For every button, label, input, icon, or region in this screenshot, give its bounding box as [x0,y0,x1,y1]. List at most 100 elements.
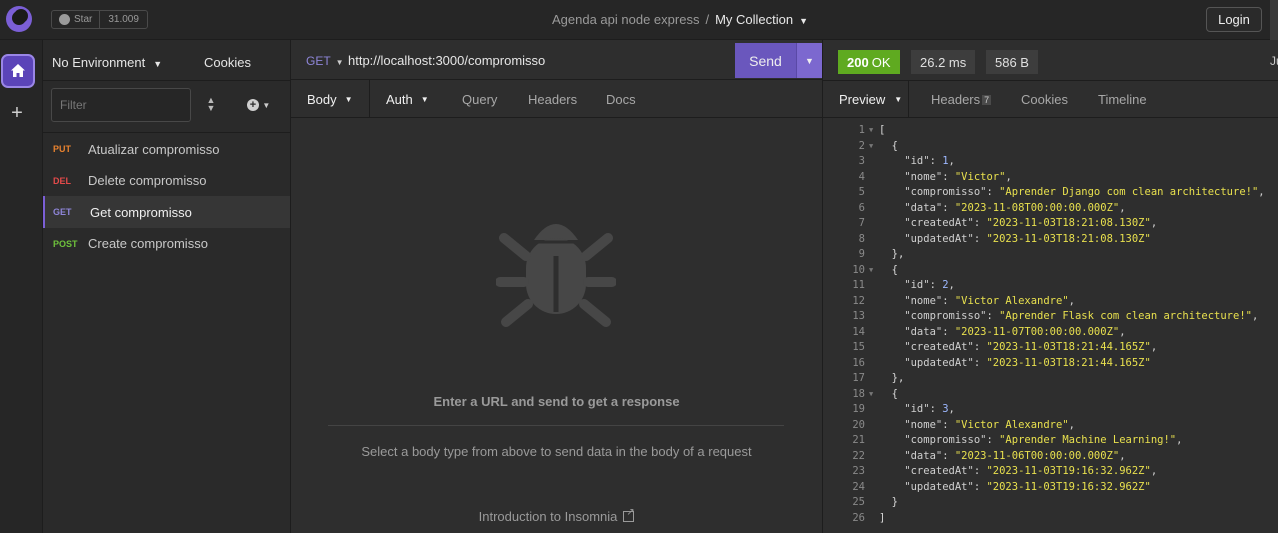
environment-label: No Environment [52,55,146,70]
fold-icon[interactable]: ▼ [869,123,873,139]
request-item[interactable]: PUT Atualizar compromisso [43,133,290,165]
url-input[interactable]: http://localhost:3000/compromisso [348,53,545,68]
introduction-link-label: Introduction to Insomnia [478,509,618,524]
method-badge: GET [53,207,72,217]
tab-label: Body [307,91,337,107]
line-number: 1 [858,124,865,136]
method-selector[interactable]: GET ▼ [306,54,344,68]
tab-headers[interactable]: Headers 7 [931,81,992,118]
add-request-button[interactable]: + ▼ [247,97,270,111]
tab-headers[interactable]: Headers [528,80,577,118]
line-number: 18 [852,387,865,400]
plus-icon[interactable]: + [7,103,27,123]
code-line: 23 "createdAt": "2023-11-03T19:16:32.962… [823,464,1278,480]
chevron-down-icon: ▼ [344,94,353,104]
divider [908,81,909,118]
code-line: 10 ▼ { [823,263,1278,279]
headers-count-badge: 7 [982,94,992,105]
line-number: 13 [852,310,865,322]
chevron-down-icon: ▼ [153,59,163,69]
star-count: 31.009 [108,14,139,25]
login-button[interactable]: Login [1206,7,1262,32]
chevron-down-icon[interactable]: ▼ [799,16,808,26]
divider [328,425,784,426]
tab-docs[interactable]: Docs [606,80,636,118]
divider [43,80,291,81]
tab-label: Preview [839,92,886,107]
tab-body[interactable]: Body ▼ [307,80,353,118]
github-star-button[interactable]: Star 31.009 [51,10,148,29]
tab-cookies[interactable]: Cookies [1021,81,1068,118]
code-line: 20 "nome": "Victor Alexandre", [823,418,1278,434]
request-item[interactable]: DEL Delete compromisso [43,165,290,197]
tab-timeline[interactable]: Timeline [1098,81,1147,118]
code-text: "updatedAt": "2023-11-03T18:21:08.130Z" [879,232,1151,245]
code-line: 6 "data": "2023-11-08T00:00:00.000Z", [823,201,1278,217]
request-pane: GET ▼ http://localhost:3000/compromisso S… [291,40,823,533]
code-line: 17 }, [823,371,1278,387]
line-number: 8 [858,232,865,245]
code-text: "updatedAt": "2023-11-03T19:16:32.962Z" [879,480,1151,493]
insomnia-logo-icon[interactable] [6,6,32,32]
method-label: GET [306,54,331,68]
code-text: "compromisso": "Aprender Flask com clean… [879,310,1259,322]
code-text: ] [879,511,886,524]
line-number: 21 [852,434,865,446]
tab-label: Auth [386,91,413,107]
code-text: { [879,263,898,276]
tab-preview[interactable]: Preview ▼ [839,81,902,118]
code-line: 16 "updatedAt": "2023-11-03T18:21:44.165… [823,356,1278,372]
code-line: 19 "id": 3, [823,402,1278,418]
line-number: 26 [852,511,865,524]
filter-input[interactable]: Filter [51,88,191,122]
cookies-button[interactable]: Cookies [204,55,251,70]
line-number: 2 [858,139,865,152]
line-number: 6 [858,201,865,214]
line-number: 16 [852,356,865,369]
breadcrumb-project[interactable]: Agenda api node express [552,12,699,27]
code-text: "data": "2023-11-08T00:00:00.000Z", [879,201,1126,214]
line-number: 24 [852,480,865,493]
line-number: 3 [858,155,865,167]
introduction-link[interactable]: Introduction to Insomnia [291,507,822,524]
home-button[interactable] [1,54,35,88]
chevron-down-icon: ▼ [894,95,903,104]
code-line: 7 "createdAt": "2023-11-03T18:21:08.130Z… [823,216,1278,232]
request-item[interactable]: GET Get compromisso [43,196,290,228]
line-number: 4 [858,170,865,183]
code-text: "id": 2, [879,279,955,291]
line-number: 12 [852,294,865,307]
sort-icon[interactable]: ▲ ▼ [204,96,218,114]
code-line: 2 ▼ { [823,139,1278,155]
line-number: 9 [858,248,865,260]
code-line: 15 "createdAt": "2023-11-03T18:21:44.165… [823,340,1278,356]
code-text: { [879,387,898,400]
top-bar: Star 31.009 Agenda api node express / My C… [0,0,1278,40]
method-badge: DEL [53,175,71,186]
code-text: "data": "2023-11-07T00:00:00.000Z", [879,325,1126,338]
fold-icon[interactable]: ▼ [869,263,873,279]
window-edge [1270,0,1278,40]
code-line: 13 "compromisso": "Aprender Flask com cl… [823,309,1278,325]
fold-icon[interactable]: ▼ [869,139,873,155]
line-number: 15 [852,341,865,353]
breadcrumb-collection[interactable]: My Collection [715,12,793,27]
truncated-label: Ju [1270,54,1278,68]
code-text: "createdAt": "2023-11-03T19:16:32.962Z", [879,465,1158,477]
tab-auth[interactable]: Auth ▼ [386,80,429,118]
send-options-button[interactable]: ▼ [796,43,822,78]
fold-icon[interactable]: ▼ [869,387,873,403]
send-button[interactable]: Send [735,43,796,78]
line-number: 17 [852,372,865,384]
request-item[interactable]: POST Create compromisso [43,228,290,260]
code-text: "nome": "Victor Alexandre", [879,294,1075,307]
code-line: 11 "id": 2, [823,278,1278,294]
line-number: 14 [852,325,865,338]
line-number: 23 [852,465,865,477]
status-badge: 200 OK [838,50,900,74]
code-text: "updatedAt": "2023-11-03T18:21:44.165Z" [879,356,1151,369]
environment-selector[interactable]: No Environment ▼ [52,55,162,70]
sidebar: No Environment ▼ Cookies Filter ▲ ▼ + ▼ PU… [43,40,291,533]
tab-query[interactable]: Query [462,80,497,118]
code-line: 8 "updatedAt": "2023-11-03T18:21:08.130Z… [823,232,1278,248]
